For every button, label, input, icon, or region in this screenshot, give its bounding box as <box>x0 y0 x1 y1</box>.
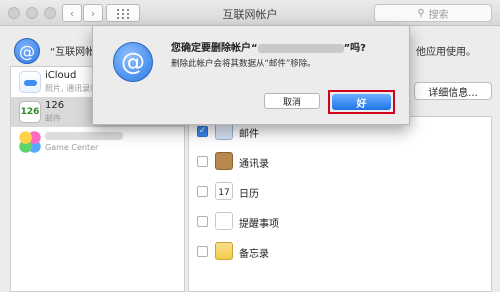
calendar-checkbox[interactable] <box>197 186 208 197</box>
dialog-title-prefix: 您确定要删除帐户“ <box>171 43 258 54</box>
header-intro-text: “互联网帐 <box>50 47 96 58</box>
search-icon: ⚲ <box>417 7 425 19</box>
account-item-game-center[interactable]: Game Center <box>11 127 186 157</box>
service-label: 通讯录 <box>239 159 269 170</box>
search-input[interactable]: ⚲ 搜索 <box>374 4 492 22</box>
notes-icon <box>215 242 233 260</box>
blurred-account-name <box>45 132 123 140</box>
contacts-checkbox[interactable] <box>197 156 208 167</box>
ok-button[interactable]: 好 <box>332 94 391 110</box>
internet-accounts-at-icon: @ <box>14 38 40 64</box>
dialog-message: 删除此帐户会将其数据从“邮件”移除。 <box>171 59 316 69</box>
notes-checkbox[interactable] <box>197 246 208 257</box>
service-label: 提醒事项 <box>239 219 279 230</box>
icloud-icon <box>19 71 41 93</box>
dialog-title-suffix: ”吗? <box>343 43 366 54</box>
reminders-checkbox[interactable] <box>197 216 208 227</box>
126-mail-icon: 126 <box>19 101 41 123</box>
dialog-title: 您确定要删除帐户“ ”吗? <box>171 39 366 54</box>
service-item-reminders[interactable]: 提醒事项 <box>189 207 493 237</box>
account-name: iCloud <box>45 70 77 81</box>
services-list: ✓ 邮件 通讯录 17 日历 提醒事项 备忘录 <box>188 116 492 292</box>
blurred-account-name <box>257 43 344 53</box>
service-item-notes[interactable]: 备忘录 <box>189 237 493 267</box>
account-subtitle: 邮件 <box>45 114 61 123</box>
game-center-icon <box>19 131 41 153</box>
calendar-icon: 17 <box>215 182 233 200</box>
ok-button-highlight: 好 <box>328 90 395 114</box>
service-item-contacts[interactable]: 通讯录 <box>189 147 493 177</box>
account-subtitle: Game Center <box>45 143 99 152</box>
service-item-calendar[interactable]: 17 日历 <box>189 177 493 207</box>
title-bar: ‹ › 互联网帐户 ⚲ 搜索 <box>0 0 500 26</box>
search-placeholder: 搜索 <box>428 9 449 21</box>
account-subtitle: 照片, 通讯录和 <box>45 84 99 93</box>
reminders-icon <box>215 212 233 230</box>
service-label: 日历 <box>239 189 259 200</box>
cancel-button[interactable]: 取消 <box>264 93 320 109</box>
contacts-icon <box>215 152 233 170</box>
header-intro-text-right: 他应用使用。 <box>416 47 476 58</box>
delete-account-dialog: @ 您确定要删除帐户“ ”吗? 删除此帐户会将其数据从“邮件”移除。 取消 好 <box>92 26 410 125</box>
account-name: 126 <box>45 100 65 111</box>
at-sign-icon: @ <box>113 42 153 82</box>
service-label: 备忘录 <box>239 249 269 260</box>
details-button[interactable]: 详细信息... <box>414 82 492 100</box>
service-label: 邮件 <box>239 129 259 140</box>
mail-checkbox[interactable]: ✓ <box>197 126 208 137</box>
